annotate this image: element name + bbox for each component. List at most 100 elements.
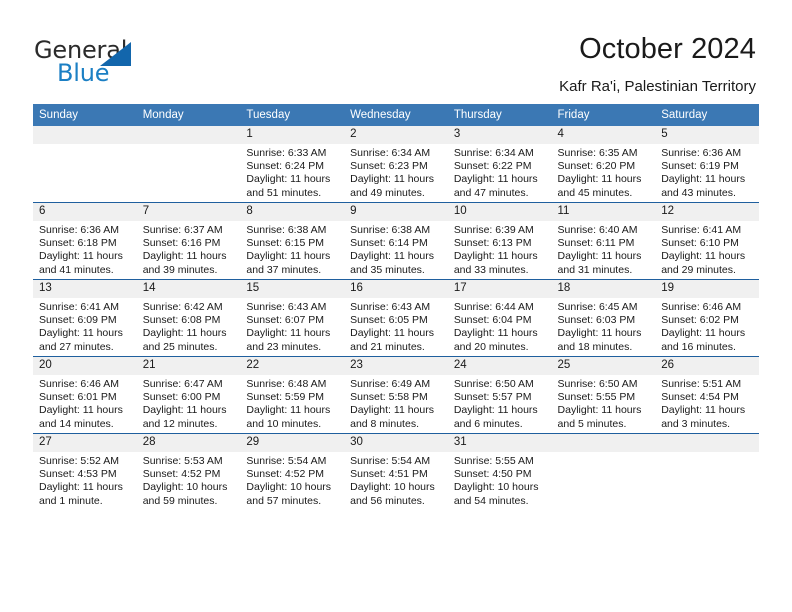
daylight-text: Daylight: 10 hours and 54 minutes. <box>453 481 539 507</box>
calendar-day-cell[interactable]: 3 Sunrise: 6:34 AM Sunset: 6:22 PM Daylight… <box>447 126 552 203</box>
sunset-text: Sunset: 6:18 PM <box>39 237 117 250</box>
calendar-day-cell[interactable]: 8 Sunrise: 6:38 AM Sunset: 6:15 PM Daylight… <box>240 202 345 280</box>
calendar-day-cell[interactable]: 24 Sunrise: 6:50 AM Sunset: 5:57 PM Dayligh… <box>447 356 552 434</box>
sunrise-text: Sunrise: 6:34 AM <box>453 147 534 159</box>
day-number: 31 <box>447 434 552 452</box>
sunrise-text: Sunrise: 6:38 AM <box>246 224 327 236</box>
day-sun-info: Sunrise: 6:39 AM Sunset: 6:13 PM Daylight:… <box>448 221 552 277</box>
day-sun-info: Sunrise: 6:46 AM Sunset: 6:02 PM Daylight:… <box>655 298 759 354</box>
sunrise-text: Sunrise: 6:42 AM <box>142 301 223 313</box>
daylight-text: Daylight: 11 hours and 16 minutes. <box>661 327 746 353</box>
day-number <box>655 434 759 452</box>
calendar-page: General Blue October 2024 Kafr Ra'i, Pal… <box>0 0 792 612</box>
sunset-text: Sunset: 6:16 PM <box>142 237 221 250</box>
day-number: 20 <box>33 357 137 375</box>
calendar-day-cell-empty <box>551 433 656 510</box>
calendar-day-cell[interactable]: 10 Sunrise: 6:39 AM Sunset: 6:13 PM Dayligh… <box>447 202 552 280</box>
sunrise-text: Sunrise: 6:39 AM <box>453 224 534 236</box>
sunset-text: Sunset: 6:11 PM <box>557 237 635 250</box>
calendar-day-cell[interactable]: 19 Sunrise: 6:46 AM Sunset: 6:02 PM Dayligh… <box>655 279 759 357</box>
calendar-day-cell[interactable]: 4 Sunrise: 6:35 AM Sunset: 6:20 PM Daylight… <box>551 126 656 203</box>
daylight-text: Daylight: 11 hours and 49 minutes. <box>350 173 434 199</box>
daylight-text: Daylight: 11 hours and 41 minutes. <box>39 250 123 276</box>
day-number: 23 <box>344 357 448 375</box>
day-number <box>33 126 137 144</box>
calendar-week-row: 1 Sunrise: 6:33 AM Sunset: 6:24 PM Daylight… <box>33 126 759 203</box>
day-number: 24 <box>447 357 552 375</box>
calendar-day-cell[interactable]: 15 Sunrise: 6:43 AM Sunset: 6:07 PM Dayligh… <box>240 279 345 357</box>
day-sun-info: Sunrise: 6:36 AM Sunset: 6:18 PM Daylight:… <box>33 221 137 277</box>
calendar-day-cell[interactable]: 17 Sunrise: 6:44 AM Sunset: 6:04 PM Dayligh… <box>447 279 552 357</box>
daylight-text: Daylight: 11 hours and 37 minutes. <box>246 250 331 276</box>
sunset-text: Sunset: 4:52 PM <box>246 468 325 481</box>
sunrise-text: Sunrise: 6:38 AM <box>350 224 431 236</box>
sunrise-text: Sunrise: 6:37 AM <box>142 224 223 236</box>
sunset-text: Sunset: 4:50 PM <box>453 468 532 481</box>
calendar-day-cell[interactable]: 28 Sunrise: 5:53 AM Sunset: 4:52 PM Dayligh… <box>136 433 241 510</box>
sunset-text: Sunset: 5:58 PM <box>350 391 428 404</box>
day-sun-info: Sunrise: 6:37 AM Sunset: 6:16 PM Daylight:… <box>137 221 241 277</box>
calendar-day-cell[interactable]: 25 Sunrise: 6:50 AM Sunset: 5:55 PM Dayligh… <box>551 356 656 434</box>
sunset-text: Sunset: 6:10 PM <box>661 237 739 250</box>
calendar-day-cell[interactable]: 21 Sunrise: 6:47 AM Sunset: 6:00 PM Dayligh… <box>136 356 241 434</box>
daylight-text: Daylight: 11 hours and 39 minutes. <box>142 250 227 276</box>
brand-logo[interactable]: General Blue <box>34 36 214 90</box>
calendar-day-cell[interactable]: 9 Sunrise: 6:38 AM Sunset: 6:14 PM Daylight… <box>344 202 448 280</box>
weekday-header-saturday: Saturday <box>655 104 759 126</box>
weekday-header-friday: Friday <box>551 104 656 126</box>
calendar-day-cell[interactable]: 6 Sunrise: 6:36 AM Sunset: 6:18 PM Daylight… <box>33 202 137 280</box>
brand-name-blue: Blue <box>57 59 110 87</box>
calendar-day-cell[interactable]: 20 Sunrise: 6:46 AM Sunset: 6:01 PM Dayligh… <box>33 356 137 434</box>
sunrise-text: Sunrise: 5:55 AM <box>453 455 534 467</box>
calendar-day-cell[interactable]: 29 Sunrise: 5:54 AM Sunset: 4:52 PM Dayligh… <box>240 433 345 510</box>
daylight-text: Daylight: 11 hours and 33 minutes. <box>453 250 538 276</box>
day-number: 27 <box>33 434 137 452</box>
day-number: 25 <box>551 357 656 375</box>
day-number: 28 <box>136 434 241 452</box>
daylight-text: Daylight: 10 hours and 56 minutes. <box>350 481 435 507</box>
calendar-body: 1 Sunrise: 6:33 AM Sunset: 6:24 PM Daylight… <box>33 126 759 510</box>
day-sun-info: Sunrise: 6:41 AM Sunset: 6:10 PM Daylight:… <box>655 221 759 277</box>
sunset-text: Sunset: 4:52 PM <box>142 468 221 481</box>
calendar-day-cell[interactable]: 13 Sunrise: 6:41 AM Sunset: 6:09 PM Dayligh… <box>33 279 137 357</box>
calendar-day-cell[interactable]: 23 Sunrise: 6:49 AM Sunset: 5:58 PM Dayligh… <box>344 356 448 434</box>
calendar-day-cell[interactable]: 11 Sunrise: 6:40 AM Sunset: 6:11 PM Dayligh… <box>551 202 656 280</box>
daylight-text: Daylight: 11 hours and 5 minutes. <box>557 404 642 430</box>
day-sun-info: Sunrise: 5:54 AM Sunset: 4:52 PM Daylight:… <box>240 452 344 508</box>
day-number: 9 <box>344 203 448 221</box>
sunrise-text: Sunrise: 6:36 AM <box>39 224 119 236</box>
calendar-week-row: 6 Sunrise: 6:36 AM Sunset: 6:18 PM Daylight… <box>33 202 759 280</box>
day-sun-info: Sunrise: 6:43 AM Sunset: 6:05 PM Daylight:… <box>344 298 448 354</box>
day-sun-info: Sunrise: 6:50 AM Sunset: 5:55 PM Daylight:… <box>552 375 656 431</box>
sunset-text: Sunset: 5:59 PM <box>246 391 325 404</box>
day-sun-info: Sunrise: 6:43 AM Sunset: 6:07 PM Daylight:… <box>240 298 344 354</box>
day-number: 8 <box>240 203 345 221</box>
day-sun-info: Sunrise: 6:49 AM Sunset: 5:58 PM Daylight:… <box>344 375 448 431</box>
calendar-day-cell[interactable]: 30 Sunrise: 5:54 AM Sunset: 4:51 PM Dayligh… <box>344 433 448 510</box>
calendar-day-cell[interactable]: 26 Sunrise: 5:51 AM Sunset: 4:54 PM Dayligh… <box>655 356 759 434</box>
calendar-day-cell[interactable]: 2 Sunrise: 6:34 AM Sunset: 6:23 PM Daylight… <box>344 126 448 203</box>
sunrise-text: Sunrise: 6:50 AM <box>453 378 534 390</box>
daylight-text: Daylight: 11 hours and 12 minutes. <box>142 404 227 430</box>
calendar-day-cell[interactable]: 12 Sunrise: 6:41 AM Sunset: 6:10 PM Dayligh… <box>655 202 759 280</box>
calendar-day-cell[interactable]: 5 Sunrise: 6:36 AM Sunset: 6:19 PM Daylight… <box>655 126 759 203</box>
day-number: 3 <box>447 126 552 144</box>
calendar-day-cell[interactable]: 7 Sunrise: 6:37 AM Sunset: 6:16 PM Daylight… <box>136 202 241 280</box>
calendar-day-cell[interactable]: 1 Sunrise: 6:33 AM Sunset: 6:24 PM Daylight… <box>240 126 345 203</box>
calendar-day-cell[interactable]: 18 Sunrise: 6:45 AM Sunset: 6:03 PM Dayligh… <box>551 279 656 357</box>
calendar-day-cell[interactable]: 14 Sunrise: 6:42 AM Sunset: 6:08 PM Dayligh… <box>136 279 241 357</box>
day-number: 22 <box>240 357 345 375</box>
page-title: October 2024 <box>579 33 756 65</box>
sunset-text: Sunset: 5:57 PM <box>453 391 532 404</box>
sunset-text: Sunset: 4:51 PM <box>350 468 428 481</box>
calendar-day-cell[interactable]: 31 Sunrise: 5:55 AM Sunset: 4:50 PM Dayligh… <box>447 433 552 510</box>
daylight-text: Daylight: 11 hours and 43 minutes. <box>661 173 746 199</box>
day-number <box>551 434 656 452</box>
sunset-text: Sunset: 6:13 PM <box>453 237 532 250</box>
sunrise-text: Sunrise: 6:48 AM <box>246 378 327 390</box>
calendar-day-cell[interactable]: 27 Sunrise: 5:52 AM Sunset: 4:53 PM Dayligh… <box>33 433 137 510</box>
sunrise-text: Sunrise: 6:47 AM <box>142 378 223 390</box>
calendar-day-cell[interactable]: 22 Sunrise: 6:48 AM Sunset: 5:59 PM Dayligh… <box>240 356 345 434</box>
sunset-text: Sunset: 6:03 PM <box>557 314 636 327</box>
calendar-day-cell[interactable]: 16 Sunrise: 6:43 AM Sunset: 6:05 PM Dayligh… <box>344 279 448 357</box>
